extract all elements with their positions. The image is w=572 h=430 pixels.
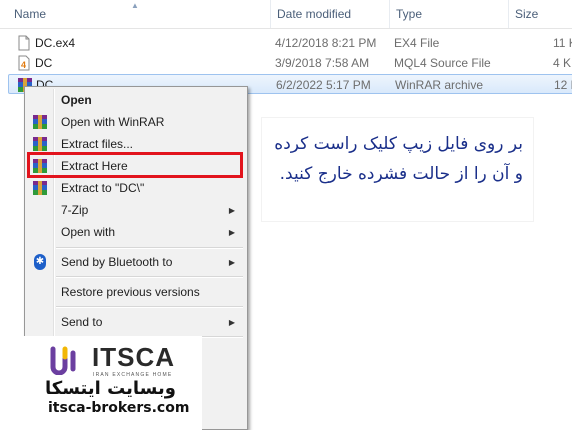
column-size-header[interactable]: Size — [509, 0, 572, 28]
file-date: 3/9/2018 7:58 AM — [275, 56, 370, 70]
file-size: 4 K — [553, 56, 572, 70]
instruction-line-1: بر روی فایل زیپ کلیک راست کرده — [274, 134, 523, 154]
menu-item-label: 7-Zip — [61, 203, 89, 217]
menu-separator — [56, 247, 243, 249]
file-row[interactable]: 4 DC 3/9/2018 7:58 AM MQL4 Source File 4… — [8, 53, 572, 73]
mql4-icon: 4 — [16, 55, 32, 71]
file-row[interactable]: DC.ex4 4/12/2018 8:21 PM EX4 File 11 K — [8, 33, 572, 53]
itsca-url: itsca-brokers.com — [48, 400, 190, 416]
winrar-icon — [32, 180, 48, 196]
itsca-persian-name: وبسایت ایتسکا — [45, 378, 176, 399]
submenu-arrow-icon: ▶ — [228, 228, 235, 237]
submenu-arrow-icon: ▶ — [228, 258, 235, 267]
instruction-line-2: و آن را از حالت فشرده خارج کنید. — [279, 164, 523, 184]
column-name-label: Name — [14, 7, 47, 21]
menu-item-send-to[interactable]: Send to ▶ — [27, 312, 245, 333]
file-name: DC — [35, 56, 53, 70]
itsca-logo-box: ITSCA IRAN EXCHANGE HOME وبسایت ایتسکا i… — [0, 336, 202, 430]
column-header: Name ▲ Date modified Type Size — [0, 0, 572, 29]
submenu-arrow-icon: ▶ — [228, 318, 235, 327]
instruction-note: بر روی فایل زیپ کلیک راست کرده و آن را ا… — [262, 118, 533, 221]
menu-item-label: Open with WinRAR — [61, 115, 165, 129]
file-type: EX4 File — [394, 36, 440, 50]
column-type-header[interactable]: Type — [390, 0, 509, 28]
menu-item-label: Open — [61, 93, 92, 107]
sort-ascending-icon: ▲ — [131, 1, 139, 10]
file-type: WinRAR archive — [395, 78, 484, 92]
file-size: 11 K — [553, 36, 572, 50]
file-date: 4/12/2018 8:21 PM — [275, 36, 377, 50]
column-date-header[interactable]: Date modified — [271, 0, 390, 28]
winrar-icon — [32, 136, 48, 152]
menu-item-open-with-winrar[interactable]: Open with WinRAR — [27, 112, 245, 133]
menu-item-send-bluetooth[interactable]: ✱ Send by Bluetooth to ▶ — [27, 252, 245, 273]
bluetooth-icon: ✱ — [32, 254, 48, 270]
file-date: 6/2/2022 5:17 PM — [276, 78, 371, 92]
menu-item-label: Restore previous versions — [61, 285, 200, 299]
itsca-logo-text: ITSCA — [92, 342, 175, 372]
menu-item-extract-to[interactable]: Extract to "DC\" — [27, 178, 245, 199]
menu-item-open-with[interactable]: Open with ▶ — [27, 222, 245, 243]
menu-item-label: Extract to "DC\" — [61, 181, 145, 195]
svg-text:4: 4 — [21, 60, 26, 70]
document-icon — [16, 35, 32, 51]
menu-item-label: Send to — [61, 315, 103, 329]
menu-separator — [56, 276, 243, 278]
menu-item-label: Send by Bluetooth to — [61, 255, 173, 269]
file-name: DC.ex4 — [35, 36, 76, 50]
menu-separator — [56, 306, 243, 308]
menu-item-7zip[interactable]: 7-Zip ▶ — [27, 200, 245, 221]
file-type: MQL4 Source File — [394, 56, 491, 70]
menu-item-label: Open with — [61, 225, 116, 239]
file-size: 12 K — [554, 78, 572, 92]
column-name-header[interactable]: Name ▲ — [8, 0, 271, 28]
submenu-arrow-icon: ▶ — [228, 206, 235, 215]
menu-item-open[interactable]: Open — [27, 90, 245, 111]
itsca-logo-icon — [49, 345, 85, 376]
winrar-icon — [32, 114, 48, 130]
menu-item-restore-versions[interactable]: Restore previous versions — [27, 282, 245, 303]
extract-here-highlight — [27, 152, 243, 178]
